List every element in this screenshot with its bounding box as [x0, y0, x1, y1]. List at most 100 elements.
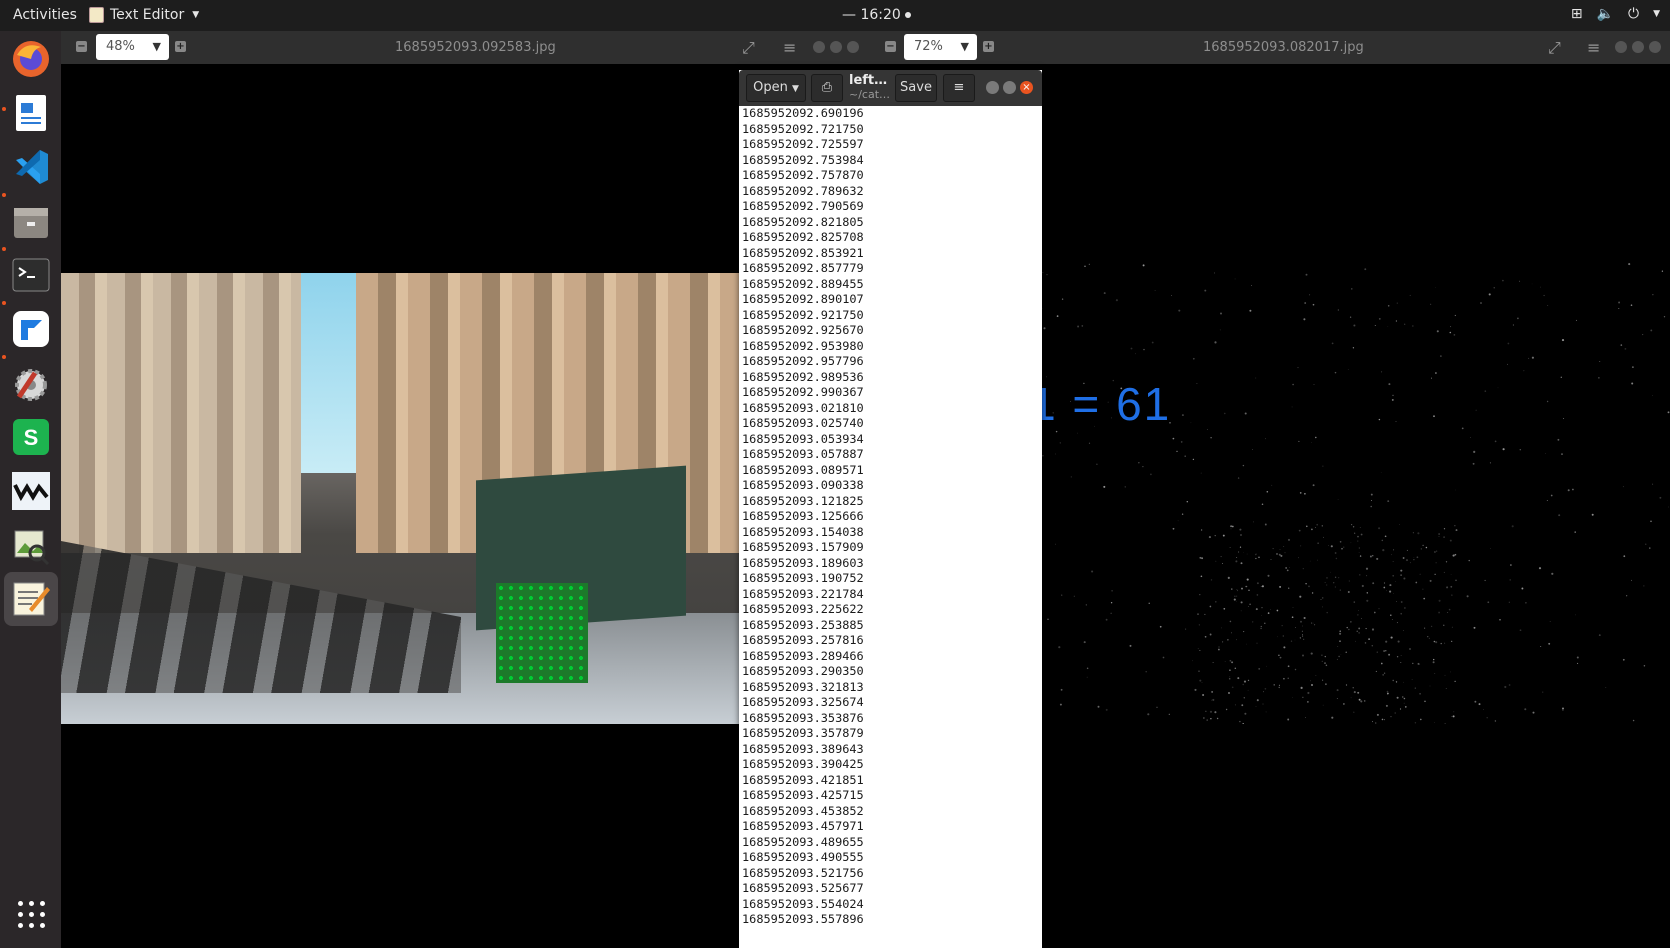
text-editor-icon[interactable]	[4, 572, 58, 626]
event-dot	[1444, 723, 1446, 724]
event-dot	[1081, 325, 1084, 327]
event-dot	[1454, 525, 1456, 527]
event-dot	[1435, 550, 1438, 552]
close-icon[interactable]: ×	[1020, 81, 1033, 94]
event-dot	[1242, 722, 1244, 724]
hamburger-menu-icon[interactable]: ≡	[943, 74, 975, 102]
volume-icon[interactable]: 🔈	[1597, 6, 1614, 22]
event-dot	[1382, 674, 1384, 676]
autoware-icon[interactable]	[8, 468, 54, 514]
event-dot	[1266, 491, 1269, 493]
open-label: Open	[753, 80, 788, 95]
text-line: 1685952093.089571	[742, 462, 864, 477]
event-dot	[1378, 527, 1381, 530]
zoom-in-button[interactable]: +	[983, 41, 994, 52]
zoom-out-button[interactable]: −	[885, 41, 896, 52]
event-dot	[1422, 588, 1424, 590]
event-dot	[1242, 464, 1245, 467]
event-dot	[1663, 316, 1666, 318]
event-dot	[1287, 665, 1290, 668]
left-zoom-select[interactable]: 48% ▼	[96, 34, 169, 60]
event-dot	[1210, 436, 1212, 439]
event-dot	[1209, 605, 1212, 608]
right-viewer-window-controls[interactable]	[1615, 41, 1661, 53]
event-dot	[1624, 348, 1627, 350]
text-line: 1685952093.421851	[742, 772, 864, 787]
event-dot	[1302, 654, 1304, 657]
save-button[interactable]: Save	[895, 74, 937, 102]
event-dot	[1192, 458, 1195, 461]
event-dot	[1357, 535, 1359, 538]
zoom-in-button[interactable]: +	[175, 41, 186, 52]
system-tools-icon[interactable]	[8, 360, 54, 406]
app-menu[interactable]: Text Editor ▼	[89, 7, 199, 23]
wps-icon[interactable]: S	[8, 414, 54, 460]
left-viewer-window-controls[interactable]	[813, 41, 859, 53]
event-dot	[1430, 303, 1432, 305]
event-dot	[1394, 712, 1396, 714]
system-tray[interactable]: ⊞ 🔈 ⏻ ▼	[1571, 6, 1660, 22]
right-zoom-select[interactable]: 72% ▼	[904, 34, 977, 60]
event-dot	[1403, 681, 1404, 683]
event-dot	[1549, 620, 1551, 623]
fullscreen-icon[interactable]: ⤢	[1548, 38, 1561, 58]
text-line: 1685952093.289466	[742, 648, 864, 663]
event-dot	[1215, 560, 1217, 562]
minimize-icon[interactable]	[986, 81, 999, 94]
event-dot	[1206, 428, 1208, 430]
network-icon[interactable]: ⊞	[1571, 6, 1583, 22]
event-dot	[1227, 576, 1230, 579]
event-dot	[1445, 561, 1448, 563]
event-dot	[1321, 597, 1324, 599]
open-button[interactable]: Open ▼	[746, 74, 806, 102]
activities-button[interactable]: Activities	[13, 7, 77, 23]
event-dot	[1234, 667, 1237, 670]
event-dot	[1330, 545, 1333, 548]
event-dot	[1451, 594, 1453, 596]
clock[interactable]: — 16:20	[842, 7, 911, 23]
event-dot	[1605, 687, 1607, 688]
event-dot	[1086, 676, 1088, 678]
vscode-icon[interactable]	[8, 144, 54, 190]
event-dot	[1345, 684, 1348, 686]
text-line: 1685952093.290350	[742, 664, 864, 678]
files-icon[interactable]	[8, 198, 54, 244]
event-dot	[1154, 289, 1156, 291]
event-dot	[1105, 618, 1108, 621]
power-icon[interactable]: ⏻	[1628, 6, 1639, 22]
event-dot	[1073, 595, 1075, 597]
firefox-icon[interactable]	[8, 36, 54, 82]
text-line: 1685952092.889455	[742, 276, 864, 291]
event-dot	[1540, 646, 1542, 647]
event-dot	[1390, 614, 1392, 616]
event-dot	[1311, 592, 1314, 594]
writer-icon[interactable]	[8, 90, 54, 136]
save-as-icon[interactable]: ⎙	[811, 74, 843, 102]
event-dot	[1321, 654, 1323, 656]
text-content[interactable]: 1685952092.690196 1685952092.721750 168595…	[742, 106, 1040, 948]
maximize-icon[interactable]	[1003, 81, 1016, 94]
event-dot	[1307, 691, 1310, 695]
menu-icon[interactable]: ≡	[783, 38, 796, 57]
zoom-out-button[interactable]: −	[76, 41, 87, 52]
event-dot	[1278, 654, 1280, 657]
teamviewer-icon[interactable]	[8, 306, 54, 352]
image-viewer-icon[interactable]	[8, 522, 54, 568]
event-dot	[1361, 584, 1364, 588]
event-dot	[1423, 597, 1426, 600]
terminal-icon[interactable]	[8, 252, 54, 298]
event-dot	[1343, 703, 1345, 705]
event-dot	[1295, 627, 1296, 629]
show-applications-icon[interactable]	[18, 901, 45, 928]
event-dot	[1311, 684, 1313, 686]
event-dot	[1316, 523, 1318, 526]
menu-icon[interactable]: ≡	[1587, 38, 1600, 57]
event-dot	[1260, 625, 1262, 627]
event-dot	[1281, 625, 1283, 627]
event-dot	[1380, 662, 1383, 665]
event-dot	[1349, 316, 1352, 318]
event-dot	[1338, 655, 1340, 658]
event-dot	[1386, 590, 1388, 592]
fullscreen-icon[interactable]: ⤢	[742, 38, 755, 58]
chevron-down-icon[interactable]: ▼	[1653, 9, 1660, 19]
